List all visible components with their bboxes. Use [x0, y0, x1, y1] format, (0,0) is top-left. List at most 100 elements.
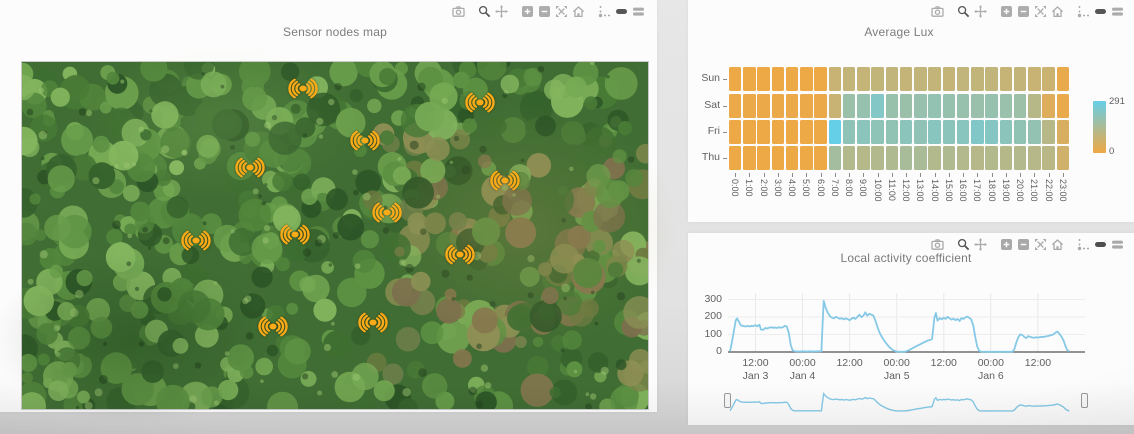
- xtick: [835, 173, 836, 177]
- rangeslider-right-handle[interactable]: [1081, 393, 1088, 408]
- autoscale-icon[interactable]: [1032, 237, 1049, 252]
- spikelines-icon[interactable]: [1075, 4, 1092, 19]
- forest-aerial-image: [22, 62, 648, 409]
- zoom-in-icon[interactable]: [998, 4, 1015, 19]
- xtick-date-label: Jan 3: [737, 370, 773, 382]
- sensor-node-icon[interactable]: [369, 203, 405, 228]
- heatmap-cell: [843, 120, 856, 144]
- hover-closest-icon[interactable]: [1092, 237, 1109, 252]
- reset-home-icon[interactable]: [570, 4, 587, 19]
- colorbar-min-label: 0: [1109, 146, 1114, 157]
- camera-icon[interactable]: [450, 4, 467, 19]
- autoscale-icon[interactable]: [553, 4, 570, 19]
- hover-compare-icon[interactable]: [1109, 4, 1126, 19]
- heatmap-xtick-label: 4:00: [787, 179, 797, 197]
- activity-line-plot[interactable]: [728, 293, 1085, 353]
- heatmap-cell: [886, 146, 899, 170]
- heatmap-xtick-label: 20:00: [1015, 179, 1025, 202]
- pan-icon[interactable]: [972, 4, 989, 19]
- sensor-node-icon[interactable]: [277, 225, 313, 250]
- zoom-icon[interactable]: [955, 4, 972, 19]
- zoom-in-icon[interactable]: [519, 4, 536, 19]
- heatmap-cell: [743, 146, 756, 170]
- modebar-group: [1075, 4, 1126, 19]
- hover-closest-icon[interactable]: [613, 4, 630, 19]
- xtick: [1034, 173, 1035, 177]
- zoom-out-icon[interactable]: [536, 4, 553, 19]
- heatmap-cell: [1000, 94, 1013, 118]
- spikelines-icon[interactable]: [1075, 237, 1092, 252]
- spikelines-icon[interactable]: [596, 4, 613, 19]
- sensor-node-icon[interactable]: [487, 171, 523, 196]
- rangeslider-mini-line: [730, 394, 1069, 411]
- heatmap-xtick-label: 6:00: [816, 179, 826, 197]
- sensor-node-icon[interactable]: [442, 245, 478, 270]
- sensor-node-icon[interactable]: [355, 313, 391, 338]
- heatmap-xtick-label: 21:00: [1029, 179, 1039, 202]
- modebar-group: [955, 237, 989, 252]
- heatmap-xtick-label: 22:00: [1044, 179, 1054, 202]
- heatmap-cell: [772, 94, 785, 118]
- heatmap-cell: [1000, 146, 1013, 170]
- heatmap-cell: [1042, 67, 1055, 91]
- zoom-out-icon[interactable]: [1015, 237, 1032, 252]
- sensor-node-icon[interactable]: [462, 93, 498, 118]
- heatmap-xtick-label: 14:00: [930, 179, 940, 202]
- heatmap-cell: [843, 146, 856, 170]
- pan-icon[interactable]: [972, 237, 989, 252]
- hover-compare-icon[interactable]: [630, 4, 647, 19]
- heatmap-cell: [1057, 67, 1070, 91]
- ytick: [723, 132, 727, 133]
- heatmap-cell: [1057, 120, 1070, 144]
- heatmap-cell: [943, 67, 956, 91]
- ytick-label: 300: [688, 293, 722, 305]
- activity-rangeslider[interactable]: [728, 388, 1085, 414]
- heatmap-cell: [1014, 120, 1027, 144]
- xtick: [1006, 173, 1007, 177]
- sensor-node-icon[interactable]: [285, 79, 321, 104]
- modebar-group: [929, 4, 946, 19]
- hover-closest-icon[interactable]: [1092, 4, 1109, 19]
- heatmap-xtick-label: 7:00: [830, 179, 840, 197]
- heatmap-xtick-label: 8:00: [844, 179, 854, 197]
- sensor-node-icon[interactable]: [232, 158, 268, 183]
- xtick: [949, 173, 950, 177]
- heatmap-cell: [985, 67, 998, 91]
- ytick-label: 100: [688, 328, 722, 340]
- heatmap-cell: [729, 94, 742, 118]
- heatmap-cell: [871, 67, 884, 91]
- modebar-group: [450, 4, 467, 19]
- zoom-in-icon[interactable]: [998, 237, 1015, 252]
- heatmap-cell: [928, 94, 941, 118]
- sensor-node-icon[interactable]: [347, 131, 383, 156]
- heatmap-cell: [985, 146, 998, 170]
- heatmap-cell: [729, 120, 742, 144]
- ytick: [723, 158, 727, 159]
- rangeslider-left-handle[interactable]: [724, 393, 731, 408]
- heatmap-cell: [772, 120, 785, 144]
- modebar-group: [998, 237, 1066, 252]
- camera-icon[interactable]: [929, 237, 946, 252]
- reset-home-icon[interactable]: [1049, 4, 1066, 19]
- zoom-icon[interactable]: [476, 4, 493, 19]
- xtick: [792, 173, 793, 177]
- sensor-map[interactable]: [22, 62, 648, 409]
- heatmap-xtick-label: 23:00: [1058, 179, 1068, 202]
- heatmap-cell: [886, 94, 899, 118]
- sensor-node-icon[interactable]: [255, 317, 291, 342]
- reset-home-icon[interactable]: [1049, 237, 1066, 252]
- hover-compare-icon[interactable]: [1109, 237, 1126, 252]
- heatmap-cell: [871, 120, 884, 144]
- heatmap-cell: [900, 94, 913, 118]
- heatmap-cell: [900, 120, 913, 144]
- zoom-out-icon[interactable]: [1015, 4, 1032, 19]
- pan-icon[interactable]: [493, 4, 510, 19]
- heatmap-cell: [814, 94, 827, 118]
- xtick-date-label: Jan 6: [973, 370, 1009, 382]
- sensor-node-icon[interactable]: [178, 231, 214, 256]
- camera-icon[interactable]: [929, 4, 946, 19]
- activity-panel: Local activity coefficient 010020030012:…: [688, 233, 1134, 425]
- activity-title: Local activity coefficient: [840, 251, 971, 265]
- autoscale-icon[interactable]: [1032, 4, 1049, 19]
- zoom-icon[interactable]: [955, 237, 972, 252]
